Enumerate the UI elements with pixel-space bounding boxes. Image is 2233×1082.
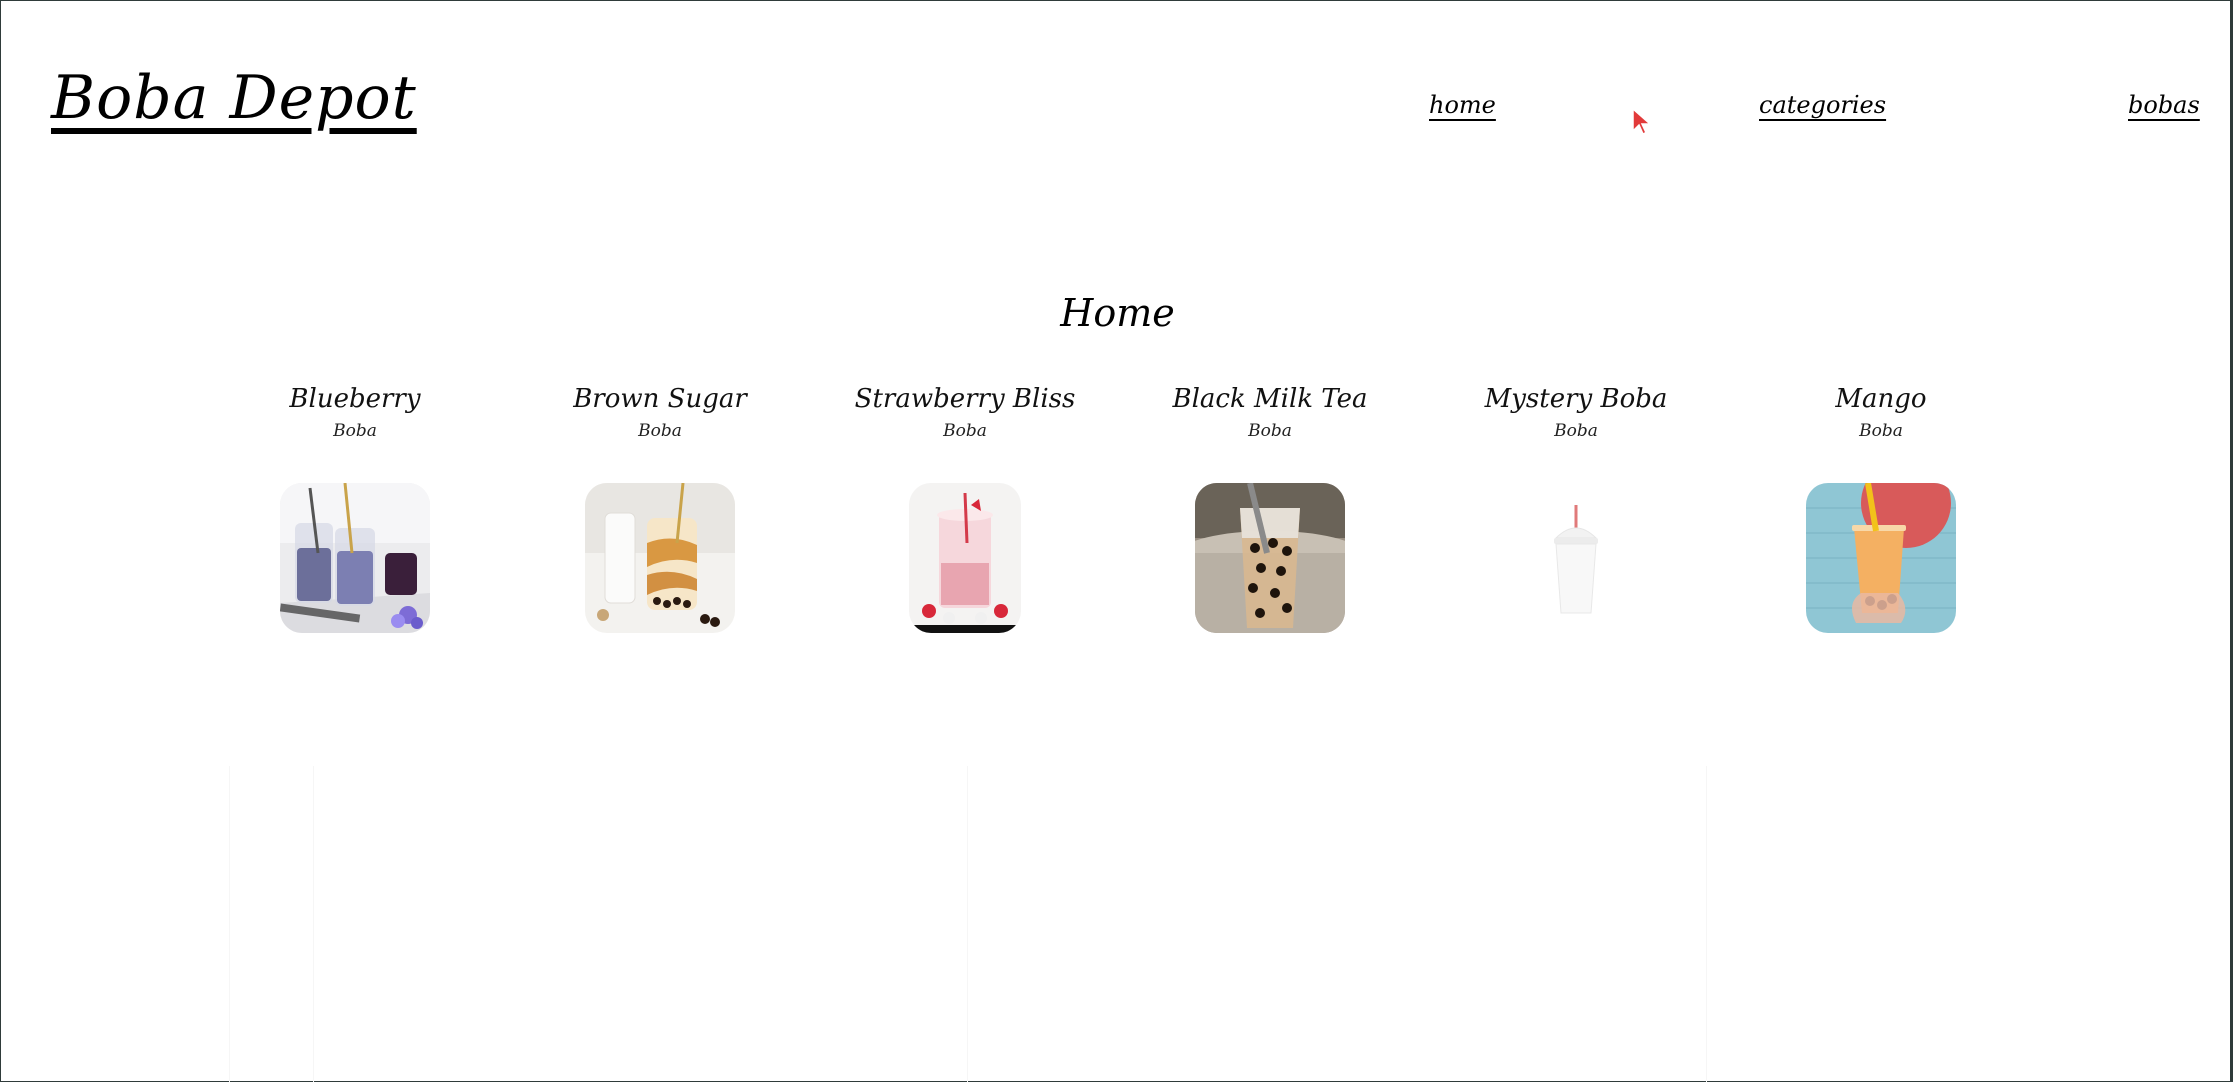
nav-link-home[interactable]: home <box>1429 91 1496 119</box>
product-name: Mystery Boba <box>1484 384 1668 414</box>
milk-tea-boba-illustration <box>1195 483 1345 633</box>
divider <box>1706 766 1707 1082</box>
product-name: Black Milk Tea <box>1172 384 1368 414</box>
divider <box>229 766 230 1082</box>
product-name: Blueberry <box>289 384 421 414</box>
mouse-cursor-icon <box>1632 107 1652 136</box>
product-card: Blueberry Boba <box>230 381 480 633</box>
nav-link-categories[interactable]: categories <box>1759 91 1886 119</box>
page: Boba Depot home categories bobas Home Bl… <box>0 0 2233 1082</box>
product-category: Boba <box>638 421 682 441</box>
brown-sugar-boba-illustration <box>585 483 735 633</box>
milk-tea-boba-image[interactable] <box>1195 483 1345 633</box>
nav-link-bobas[interactable]: bobas <box>2128 91 2200 119</box>
blueberry-boba-image[interactable] <box>280 483 430 633</box>
product-category: Boba <box>1859 421 1903 441</box>
mango-boba-image[interactable] <box>1806 483 1956 633</box>
strawberry-boba-illustration <box>909 483 1021 633</box>
brown-sugar-boba-image[interactable] <box>585 483 735 633</box>
mango-boba-illustration <box>1806 483 1956 633</box>
product-card: Mango Boba <box>1756 381 2006 633</box>
product-category: Boba <box>943 421 987 441</box>
strawberry-boba-image[interactable] <box>909 483 1021 633</box>
product-category: Boba <box>1554 421 1598 441</box>
brand-logo-link[interactable]: Boba Depot <box>51 63 417 133</box>
product-category: Boba <box>1248 421 1292 441</box>
page-title: Home <box>1060 291 1175 335</box>
divider <box>313 766 314 1082</box>
product-name: Strawberry Bliss <box>854 384 1076 414</box>
product-name: Mango <box>1835 384 1927 414</box>
product-category: Boba <box>333 421 377 441</box>
empty-cup-image[interactable] <box>1501 483 1651 633</box>
product-card: Strawberry Bliss Boba <box>840 381 1090 633</box>
product-card: Mystery Boba Boba <box>1451 381 1701 633</box>
empty-cup-illustration <box>1501 483 1651 633</box>
product-name: Brown Sugar <box>573 384 747 414</box>
product-card: Black Milk Tea Boba <box>1145 381 1395 633</box>
product-card: Brown Sugar Boba <box>535 381 785 633</box>
blueberry-boba-illustration <box>280 483 430 633</box>
divider <box>967 766 968 1082</box>
